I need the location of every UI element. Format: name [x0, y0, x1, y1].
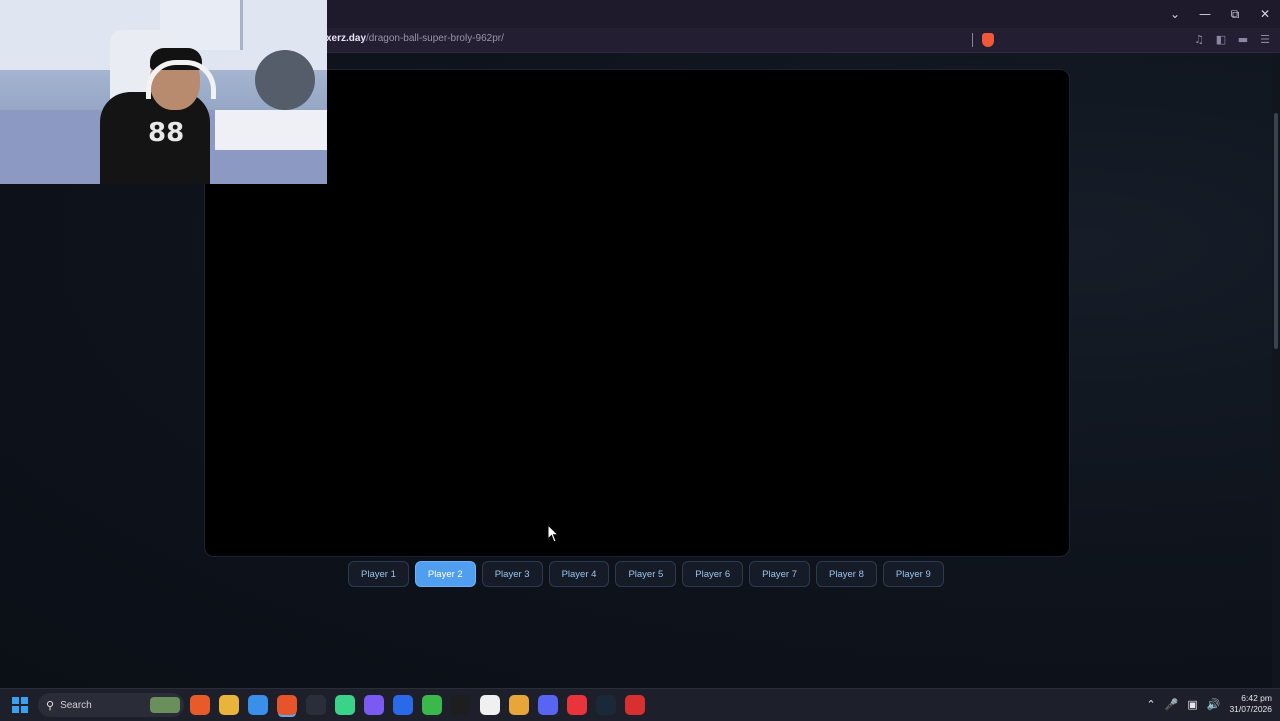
video-player[interactable] [204, 69, 1070, 557]
player-tab-9[interactable]: Player 9 [882, 561, 944, 587]
player-tab-3[interactable]: Player 3 [481, 561, 543, 587]
capcut-icon[interactable] [451, 695, 471, 715]
player-tabs: Player 1 Player 2 Player 3 Player 4 Play… [348, 561, 944, 587]
webcam-plush [255, 50, 315, 110]
app-triangle-icon[interactable] [625, 695, 645, 715]
brave-shield-icon[interactable] [982, 33, 994, 47]
clock-time: 6:42 pm [1241, 693, 1272, 703]
search-icon: ⚲ [46, 698, 55, 712]
player-tab-7[interactable]: Player 7 [749, 561, 811, 587]
start-icon-tile [12, 706, 19, 713]
webcam-desk [215, 110, 327, 150]
start-icon-tile [21, 706, 28, 713]
start-icon-tile [12, 697, 19, 704]
app-red-icon[interactable] [567, 695, 587, 715]
url-text[interactable]: xerz.day/dragon-ball-super-broly-962pr/ [326, 33, 504, 44]
url-domain: xerz.day [326, 33, 367, 44]
chevron-up-icon[interactable]: ⌃ [1146, 698, 1155, 711]
page-scrollbar[interactable] [1272, 53, 1280, 688]
minimize-icon[interactable]: — [1190, 0, 1220, 28]
scrollbar-thumb[interactable] [1274, 113, 1278, 349]
player-tab-1[interactable]: Player 1 [348, 561, 409, 587]
brave-icon[interactable] [277, 695, 297, 715]
wallet-icon[interactable]: ▬ [1236, 33, 1250, 47]
toolbar-icons: ♫ ◧ ▬ ☰ [1192, 33, 1272, 47]
url-separator [972, 33, 973, 47]
player-tab-6[interactable]: Player 6 [682, 561, 744, 587]
player-tab-8[interactable]: Player 8 [816, 561, 877, 587]
player-tab-2[interactable]: Player 2 [414, 561, 476, 587]
network-icon[interactable]: ▣ [1187, 698, 1197, 711]
widgets-icon[interactable] [190, 695, 210, 715]
media-icon[interactable]: ♫ [1192, 33, 1206, 47]
steam-icon[interactable] [596, 695, 616, 715]
xbox-icon[interactable] [422, 695, 442, 715]
url-path: /dragon-ball-super-broly-962pr/ [366, 33, 504, 44]
system-tray: ⌃ 🎤 ▣ 🔊 6:42 pm 31/07/2026 [1146, 693, 1272, 715]
app-grid-icon[interactable] [364, 695, 384, 715]
webcam-shirt-print: 88 [148, 118, 185, 148]
chrome-icon[interactable] [248, 695, 268, 715]
window-controls: ⌄ — ⧉ ✕ [1160, 0, 1280, 28]
chevron-down-icon[interactable]: ⌄ [1160, 0, 1190, 28]
obs-icon[interactable] [306, 695, 326, 715]
taskbar-search[interactable]: ⚲ Search [38, 693, 184, 717]
clock[interactable]: 6:42 pm 31/07/2026 [1229, 693, 1272, 715]
player-tab-4[interactable]: Player 4 [548, 561, 610, 587]
menu-icon[interactable]: ☰ [1258, 33, 1272, 47]
player-tab-5[interactable]: Player 5 [615, 561, 677, 587]
close-icon[interactable]: ✕ [1250, 0, 1280, 28]
app-green-icon[interactable] [335, 695, 355, 715]
mail-icon[interactable] [480, 695, 500, 715]
start-button[interactable] [12, 697, 28, 713]
search-label: Search [60, 699, 92, 711]
sidebar-icon[interactable]: ◧ [1214, 33, 1228, 47]
clock-date: 31/07/2026 [1229, 704, 1272, 714]
start-icon-tile [21, 697, 28, 704]
search-highlight-art [150, 697, 180, 713]
discord-icon[interactable] [538, 695, 558, 715]
restore-icon[interactable]: ⧉ [1220, 0, 1250, 28]
ea-icon[interactable] [393, 695, 413, 715]
file-explorer-icon[interactable] [219, 695, 239, 715]
webcam-overlay: 88 [0, 0, 327, 184]
microphone-icon[interactable]: 🎤 [1165, 698, 1179, 711]
volume-icon[interactable]: 🔊 [1207, 698, 1221, 711]
chrome-2-icon[interactable] [509, 695, 529, 715]
taskbar: ⚲ Search ⌃ 🎤 ▣ 🔊 6:42 pm 31/07/2026 [0, 688, 1280, 721]
taskbar-apps [190, 695, 645, 715]
